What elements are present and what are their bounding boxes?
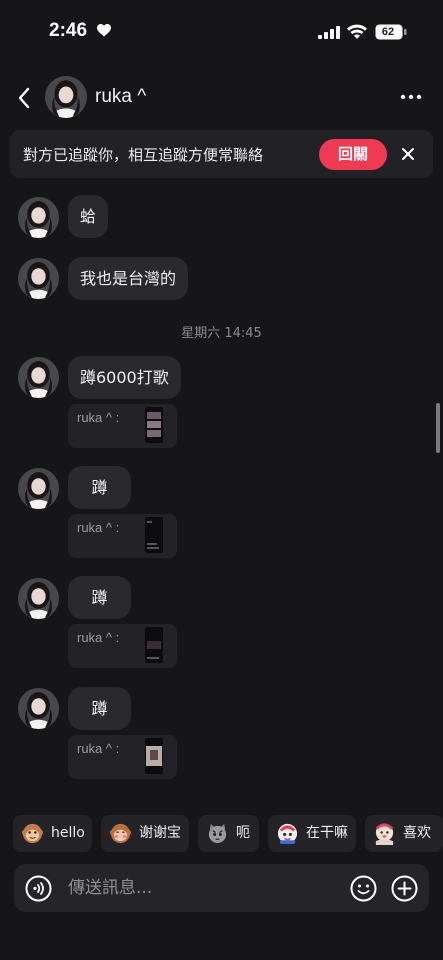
quick-reply-chip[interactable]: 呃	[198, 815, 259, 852]
cellular-signal-icon	[318, 26, 340, 39]
reply-preview-card[interactable]: ruka ^ :	[68, 514, 177, 558]
emoji-icon[interactable]	[350, 875, 377, 902]
hug-sticker-icon	[375, 823, 394, 845]
message-composer	[14, 864, 429, 912]
reply-preview-card[interactable]: ruka ^ :	[68, 624, 177, 668]
reply-label: ruka ^ :	[77, 410, 120, 425]
quick-reply-chip[interactable]: 谢谢宝	[101, 815, 189, 852]
sender-avatar[interactable]	[18, 688, 59, 729]
sender-avatar[interactable]	[18, 357, 59, 398]
message-bubble[interactable]: 蹲	[68, 687, 131, 730]
video-thumbnail	[145, 517, 163, 553]
heart-icon	[97, 24, 111, 37]
back-icon[interactable]	[16, 86, 32, 110]
follow-back-banner: 對方已追蹤你，相互追蹤方便常聯絡 回關	[10, 130, 433, 178]
message-timestamp: 星期六 14:45	[181, 326, 262, 341]
reply-label: ruka ^ :	[77, 741, 120, 756]
contact-avatar[interactable]	[45, 76, 87, 118]
reply-label: ruka ^ :	[77, 630, 120, 645]
status-bar: 2:46 62	[0, 0, 443, 64]
message-bubble[interactable]: 蹲	[68, 576, 131, 619]
red-character-sticker-icon	[277, 823, 298, 845]
quick-reply-label: 谢谢宝	[139, 825, 181, 841]
wifi-icon	[347, 24, 367, 39]
quick-reply-chip[interactable]: hello	[13, 815, 92, 852]
avatar-image	[18, 258, 59, 299]
close-icon[interactable]	[401, 147, 415, 161]
more-options-icon[interactable]	[400, 94, 422, 100]
avatar-image	[18, 578, 59, 619]
status-time: 2:46	[49, 20, 88, 41]
quick-reply-chip[interactable]: 喜欢	[365, 815, 443, 852]
scrollbar[interactable]	[436, 403, 440, 453]
avatar-image	[18, 357, 59, 398]
video-thumbnail	[145, 627, 163, 663]
quick-reply-chip[interactable]: 在干嘛	[268, 815, 356, 852]
message-bubble[interactable]: 蹲	[68, 466, 131, 509]
sender-avatar[interactable]	[18, 578, 59, 619]
quick-reply-label: 喜欢	[403, 825, 431, 841]
follow-back-button[interactable]: 回關	[319, 139, 387, 170]
avatar-image	[45, 76, 87, 118]
add-attachment-icon[interactable]	[391, 875, 418, 902]
quick-reply-bar: hello 谢谢宝 呃 在干嘛 喜欢	[0, 815, 443, 853]
video-thumbnail	[145, 407, 163, 443]
avatar-image	[18, 197, 59, 238]
cat-sticker-icon	[208, 823, 227, 844]
quick-reply-label: hello	[51, 825, 85, 841]
quick-reply-label: 呃	[236, 825, 250, 841]
voice-message-icon[interactable]	[25, 875, 52, 902]
sender-avatar[interactable]	[18, 468, 59, 509]
avatar-image	[18, 688, 59, 729]
message-bubble[interactable]: 蹲6000打歌	[68, 356, 181, 399]
monkey-sticker-icon	[21, 823, 44, 844]
monkey-blush-sticker-icon	[109, 823, 132, 844]
avatar-image	[18, 468, 59, 509]
follow-banner-text: 對方已追蹤你，相互追蹤方便常聯絡	[23, 146, 264, 164]
reply-preview-card[interactable]: ruka ^ :	[68, 404, 177, 448]
message-input[interactable]	[68, 864, 338, 912]
chat-header: ruka ^	[0, 72, 443, 124]
sender-avatar[interactable]	[18, 197, 59, 238]
battery-level: 62	[381, 26, 395, 38]
reply-preview-card[interactable]: ruka ^ :	[68, 735, 177, 779]
message-bubble[interactable]: 我也是台灣的	[68, 257, 189, 300]
video-thumbnail	[145, 738, 163, 774]
quick-reply-label: 在干嘛	[306, 825, 348, 841]
contact-name[interactable]: ruka ^	[95, 86, 146, 108]
sender-avatar[interactable]	[18, 258, 59, 299]
message-bubble[interactable]: 蛤	[68, 195, 109, 238]
reply-label: ruka ^ :	[77, 520, 120, 535]
